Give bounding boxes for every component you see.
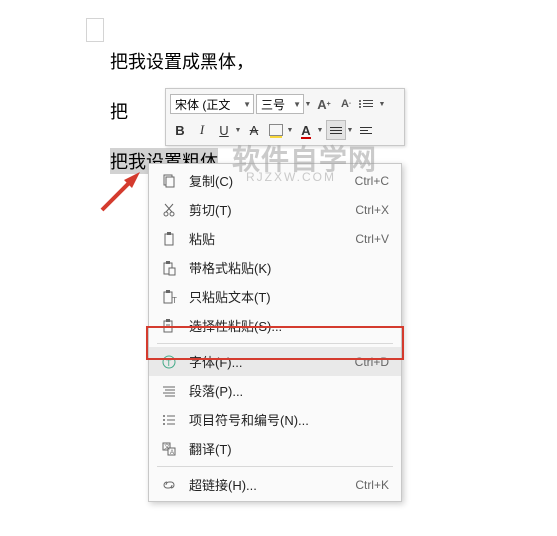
mini-format-toolbar: 宋体 (正文 ▼ 三号 ▼ ▼ A+ A- ▼ B I U ▼ A ▼ A ▼ … bbox=[165, 88, 405, 146]
menu-item-paste-sel[interactable]: 选择性粘贴(S)... bbox=[149, 311, 401, 340]
menu-item-paragraph[interactable]: 段落(P)... bbox=[149, 376, 401, 405]
chevron-down-icon[interactable]: ▼ bbox=[304, 101, 312, 108]
chevron-down-icon[interactable]: ▼ bbox=[346, 127, 354, 134]
font-name-select[interactable]: 宋体 (正文 ▼ bbox=[170, 94, 254, 114]
list-icon bbox=[363, 100, 373, 108]
menu-item-copy[interactable]: 复制(C) Ctrl+C bbox=[149, 166, 401, 195]
annotation-arrow bbox=[96, 166, 146, 216]
paragraph-align-button[interactable] bbox=[356, 120, 376, 140]
highlight-icon bbox=[269, 124, 283, 136]
bullets-icon bbox=[159, 411, 179, 429]
font-icon: T bbox=[159, 353, 179, 371]
menu-item-paste-text[interactable]: T 只粘贴文本(T) bbox=[149, 282, 401, 311]
menu-item-shortcut: Ctrl+D bbox=[355, 355, 389, 369]
font-color-icon: A bbox=[301, 123, 310, 138]
line-spacing-button[interactable] bbox=[326, 120, 346, 140]
menu-item-cut[interactable]: 剪切(T) Ctrl+X bbox=[149, 195, 401, 224]
menu-item-link[interactable]: 超链接(H)... Ctrl+K bbox=[149, 470, 401, 499]
paste-sel-icon bbox=[159, 317, 179, 335]
text-line-2-prefix: 把 bbox=[110, 102, 128, 122]
increase-font-button[interactable]: A+ bbox=[314, 94, 334, 114]
copy-icon bbox=[159, 172, 179, 190]
chevron-down-icon: ▼ bbox=[243, 100, 251, 109]
menu-item-font[interactable]: T 字体(F)... Ctrl+D bbox=[149, 347, 401, 376]
menu-separator bbox=[157, 466, 393, 467]
underline-button[interactable]: U bbox=[214, 120, 234, 140]
svg-text:T: T bbox=[166, 358, 172, 368]
chevron-down-icon[interactable]: ▼ bbox=[234, 127, 242, 134]
menu-item-label: 项目符号和编号(N)... bbox=[189, 410, 309, 429]
menu-item-shortcut: Ctrl+V bbox=[355, 232, 389, 246]
paste-icon bbox=[159, 230, 179, 248]
font-name-value: 宋体 (正文 bbox=[175, 96, 230, 113]
svg-text:A: A bbox=[170, 450, 174, 456]
menu-item-label: 字体(F)... bbox=[189, 352, 242, 371]
menu-item-label: 只粘贴文本(T) bbox=[189, 287, 271, 306]
menu-item-shortcut: Ctrl+X bbox=[355, 203, 389, 217]
chevron-down-icon[interactable]: ▼ bbox=[286, 127, 294, 134]
menu-item-label: 超链接(H)... bbox=[189, 475, 257, 494]
font-size-value: 三号 bbox=[261, 96, 285, 113]
link-icon bbox=[159, 476, 179, 494]
decrease-font-button[interactable]: A- bbox=[336, 94, 356, 114]
chevron-down-icon[interactable]: ▼ bbox=[378, 101, 386, 108]
paste-fmt-icon bbox=[159, 259, 179, 277]
paste-text-icon: T bbox=[159, 288, 179, 306]
context-menu: 复制(C) Ctrl+C 剪切(T) Ctrl+X 粘贴 Ctrl+V 带格式粘贴(K) T 只… bbox=[148, 163, 402, 502]
menu-separator bbox=[157, 343, 393, 344]
page-corner-marker bbox=[86, 18, 104, 42]
menu-item-translate[interactable]: 文A 翻译(T) bbox=[149, 434, 401, 463]
font-color-button[interactable]: A bbox=[296, 120, 316, 140]
paragraph-icon bbox=[360, 127, 372, 134]
translate-icon: 文A bbox=[159, 440, 179, 458]
menu-item-label: 剪切(T) bbox=[189, 200, 232, 219]
menu-item-bullets[interactable]: 项目符号和编号(N)... bbox=[149, 405, 401, 434]
svg-text:T: T bbox=[172, 296, 177, 305]
chevron-down-icon[interactable]: ▼ bbox=[316, 127, 324, 134]
menu-item-label: 粘贴 bbox=[189, 229, 215, 248]
text-line-1: 把我设置成黑体， bbox=[110, 48, 254, 74]
menu-item-paste[interactable]: 粘贴 Ctrl+V bbox=[149, 224, 401, 253]
menu-item-label: 段落(P)... bbox=[189, 381, 243, 400]
highlight-button[interactable] bbox=[266, 120, 286, 140]
cut-icon bbox=[159, 201, 179, 219]
bold-button[interactable]: B bbox=[170, 120, 190, 140]
menu-item-label: 复制(C) bbox=[189, 171, 233, 190]
menu-item-label: 翻译(T) bbox=[189, 439, 232, 458]
lines-icon bbox=[330, 127, 342, 134]
list-style-button[interactable] bbox=[358, 94, 378, 114]
strikethrough-button[interactable]: A bbox=[244, 120, 264, 140]
menu-item-shortcut: Ctrl+C bbox=[355, 174, 389, 188]
menu-item-label: 带格式粘贴(K) bbox=[189, 258, 271, 277]
menu-item-paste-fmt[interactable]: 带格式粘贴(K) bbox=[149, 253, 401, 282]
font-size-select[interactable]: 三号 ▼ bbox=[256, 94, 304, 114]
menu-item-label: 选择性粘贴(S)... bbox=[189, 316, 282, 335]
menu-item-shortcut: Ctrl+K bbox=[355, 478, 389, 492]
chevron-down-icon: ▼ bbox=[293, 100, 301, 109]
italic-button[interactable]: I bbox=[192, 120, 212, 140]
paragraph-icon bbox=[159, 382, 179, 400]
